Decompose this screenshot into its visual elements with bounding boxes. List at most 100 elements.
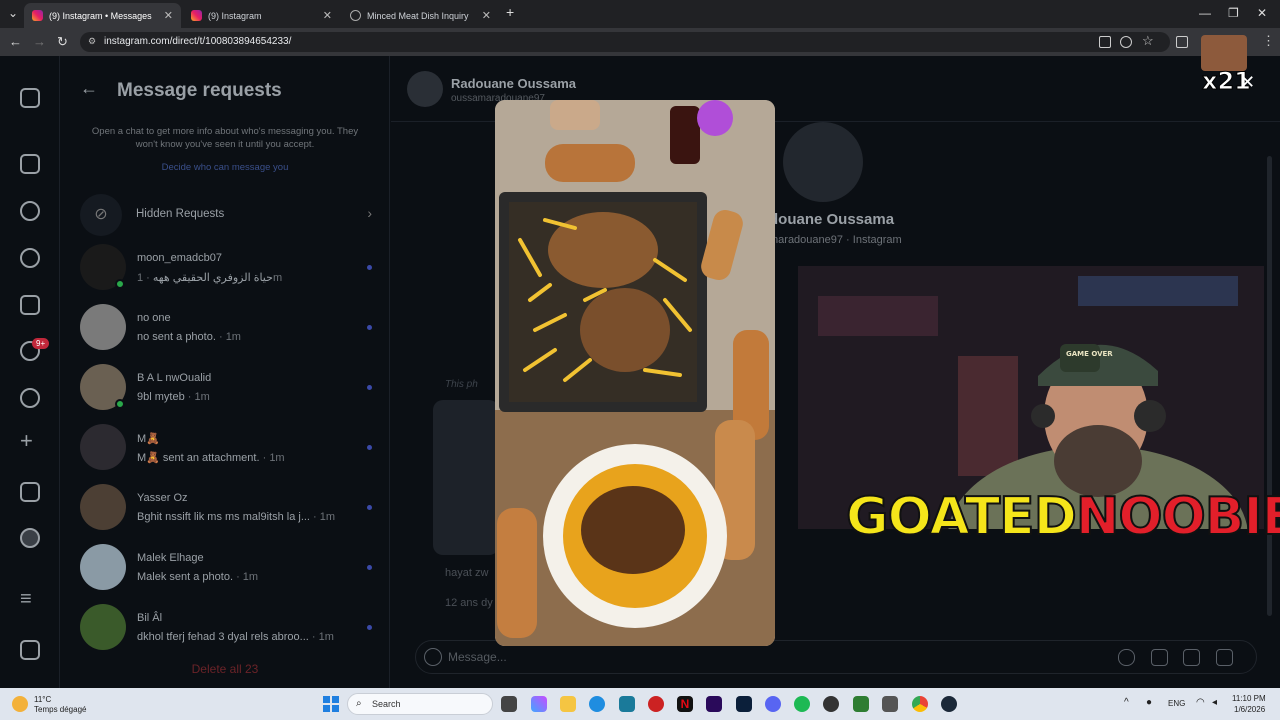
photo-viewer[interactable] [495,100,775,646]
weather-description: Temps dégagé [34,705,87,714]
microphone-icon[interactable] [1118,649,1135,666]
photo-message[interactable] [433,400,499,555]
reels-icon[interactable] [20,295,40,315]
image-icon[interactable] [1151,649,1168,666]
edge-icon[interactable] [589,696,605,712]
window-close-icon[interactable]: ✕ [1257,6,1267,20]
tab-minced-meat[interactable]: Minced Meat Dish Inquiry ✕ [342,3,499,28]
channel-brand-text: GOATEDNOOBIE [845,486,1280,548]
netflix-icon[interactable]: N [677,696,693,712]
home-icon[interactable] [20,154,40,174]
search-placeholder: Search [372,699,401,709]
site-info-icon[interactable]: ⚙ [88,36,96,47]
preview-text: حياة الزوفري الحقيقي ههه [152,272,273,284]
preview-time: 1m [319,511,336,523]
mic-tray-icon[interactable]: ● [1146,697,1152,708]
steam-icon[interactable] [941,696,957,712]
profile-avatar[interactable] [20,528,40,548]
chrome-icon[interactable] [912,696,928,712]
restore-icon[interactable]: ❐ [1228,6,1239,20]
photoshop-icon[interactable] [736,696,752,712]
tab-instagram[interactable]: (9) Instagram ✕ [183,3,340,28]
zoom-icon[interactable] [1120,36,1132,48]
instagram-logo-icon[interactable] [20,88,40,108]
close-tab-icon[interactable]: ✕ [323,9,332,22]
search-icon[interactable] [20,201,40,221]
address-bar[interactable]: ⚙ instagram.com/direct/t/100803894654233… [80,32,1170,52]
windows-start-icon[interactable] [323,696,339,712]
back-icon[interactable]: ← [9,34,22,49]
app-icon[interactable] [882,696,898,712]
conversation-avatar [80,544,126,590]
delete-all-button[interactable]: Delete all 23 [60,662,390,676]
discord-icon[interactable] [765,696,781,712]
clock-time[interactable]: 11:10 PM [1232,694,1266,703]
hidden-requests-row[interactable]: ⊘ Hidden Requests › [80,194,372,236]
message-input[interactable]: Message... [448,650,507,664]
sticker-icon[interactable] [1216,649,1233,666]
chat-name[interactable]: Radouane Oussama [451,76,576,91]
chat-avatar[interactable] [407,71,443,107]
conversation-name: Malek Elhage [137,552,204,564]
browser-toolbar: ← → ↻ ⚙ instagram.com/direct/t/100803894… [0,28,1280,56]
conversation-preview: no sent a photo. · 1m [137,331,241,343]
emoji-icon[interactable] [424,648,442,666]
extensions-icon[interactable] [1176,36,1188,48]
decide-who-link[interactable]: Decide who can message you [80,162,370,173]
clock-date[interactable]: 1/6/2026 [1234,705,1265,714]
store-icon[interactable] [619,696,635,712]
close-tab-icon[interactable]: ✕ [164,9,173,22]
apps-grid-icon[interactable] [20,640,40,660]
chat-scrollbar[interactable] [1267,156,1272,616]
conversation-row[interactable]: Malek Elhage Malek sent a photo. · 1m [80,544,372,592]
task-view-icon[interactable] [501,696,517,712]
language-indicator[interactable]: ENG [1168,699,1185,708]
viewer-close-icon[interactable]: ✕ [1240,72,1255,93]
minimize-icon[interactable]: — [1199,6,1211,20]
search-icon: ⌕ [356,698,362,709]
create-plus-icon[interactable]: + [20,428,33,454]
conversation-row[interactable]: Yasser Oz Bghit nssift lik ms ms mal9itsh… [80,484,372,532]
forward-icon[interactable]: → [33,34,46,49]
unread-dot [367,625,372,630]
reload-icon[interactable]: ↻ [57,34,68,50]
notifications-heart-icon[interactable] [20,388,40,408]
conversation-row[interactable]: M🧸 M🧸 sent an attachment. · 1m [80,424,372,472]
wifi-icon[interactable]: ◠ [1196,697,1205,708]
volume-icon[interactable]: ◂ [1212,697,1217,708]
obs-icon[interactable] [823,696,839,712]
bookmark-star-icon[interactable]: ☆ [1142,33,1154,49]
tab-label: (9) Instagram [208,10,262,21]
taskbar-search[interactable]: ⌕ Search [347,693,493,715]
conversation-preview: حياة الزوفري الحقيقي ههه · 1m [137,272,283,284]
new-tab-icon[interactable]: + [506,4,514,20]
conversation-row[interactable]: moon_emadcb07 حياة الزوفري الحقيقي ههه · … [80,244,372,292]
screenshot-icon[interactable] [1099,36,1111,48]
tab-label: (9) Instagram • Messages [49,10,152,21]
overlay-avatar [1201,35,1247,71]
spotify-icon[interactable] [794,696,810,712]
profile-avatar-large[interactable] [783,122,863,202]
opera-icon[interactable] [648,696,664,712]
weather-moon-icon[interactable] [12,696,28,712]
tray-chevron-icon[interactable]: ^ [1124,697,1129,708]
conversation-row[interactable]: Bil Âl dkhol tferj fehad 3 dyal rels abro… [80,604,372,652]
tab-instagram-messages[interactable]: (9) Instagram • Messages ✕ [24,3,181,28]
eye-slash-icon: ⊘ [80,194,122,236]
menu-kebab-icon[interactable]: ⋮ [1262,33,1275,49]
close-tab-icon[interactable]: ✕ [482,9,491,22]
tab-search-icon[interactable]: ⌄ [8,6,18,20]
copilot-icon[interactable] [531,696,547,712]
terminal-icon[interactable] [853,696,869,712]
more-menu-icon[interactable]: ≡ [20,588,32,611]
chat-bubble-icon[interactable] [1183,649,1200,666]
dashboard-icon[interactable] [20,482,40,502]
message-text: hayat zw [445,567,489,579]
explore-icon[interactable] [20,248,40,268]
back-arrow-icon[interactable]: ← [80,78,98,99]
conversation-row[interactable]: B A L nwOualid 9bl myteb · 1m [80,364,372,412]
file-explorer-icon[interactable] [560,696,576,712]
conversation-row[interactable]: no one no sent a photo. · 1m [80,304,372,352]
premiere-pro-icon[interactable] [706,696,722,712]
preview-time: 1m [225,331,241,343]
